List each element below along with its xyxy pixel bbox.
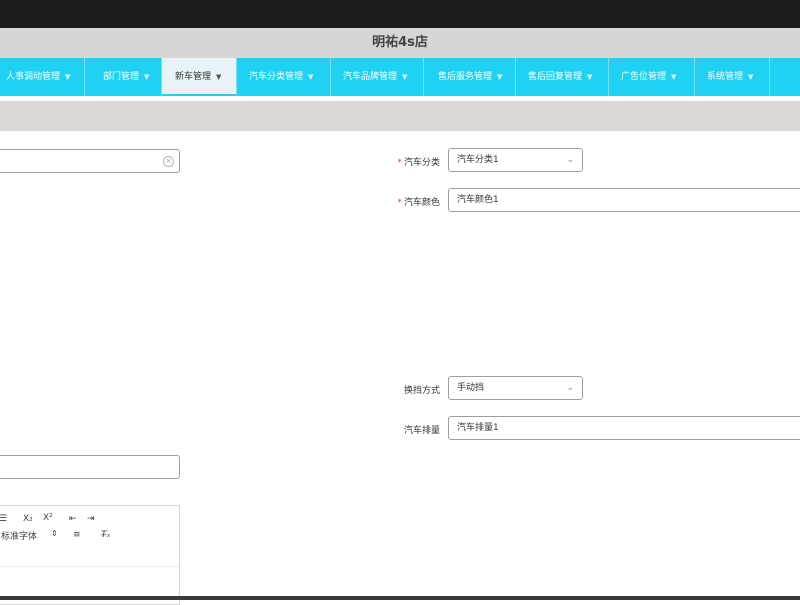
car-category-value: 汽车分类1 (457, 155, 499, 165)
car-color-label: * 汽车颜色 (360, 195, 440, 208)
chevron-down-icon: ▼ (65, 73, 71, 81)
nav-item-label: 汽车品牌管理 (343, 72, 398, 82)
main-nav: 人事调动管理 ▼ 部门管理 ▼ 新车管理 ▼ 汽车分类管理 ▼ 汽车品牌管理 ▼ 售后服务… (0, 58, 800, 96)
nav-item-label: 售后服务管理 (438, 72, 493, 82)
chevron-down-icon: ▼ (671, 73, 677, 81)
chevron-down-icon: ▼ (497, 73, 503, 81)
nav-item-new-car[interactable]: 新车管理 ▼ (162, 58, 237, 96)
nav-item-system[interactable]: 系统管理 ▼ (695, 58, 770, 96)
list-icon[interactable]: ☰ (0, 514, 7, 524)
clear-format-button[interactable]: T̶ₓ (101, 530, 111, 540)
indent-icon[interactable]: ⇥ (87, 514, 95, 524)
chevron-down-icon: ▼ (144, 73, 150, 81)
font-select[interactable]: 标准字体 (1, 529, 37, 542)
car-color-value: 汽车颜色1 (457, 195, 499, 205)
nav-item-label: 部门管理 (103, 72, 140, 82)
rich-text-editor[interactable]: ☰ X₂ X² ⇤ ⇥ 标准字体 ⇕ ≡ T̶ₓ (0, 505, 180, 605)
nav-item-ad-slot[interactable]: 广告位管理 ▼ (609, 58, 695, 96)
nav-item-personnel[interactable]: 人事调动管理 ▼ (0, 58, 85, 96)
required-mark: * (397, 198, 402, 208)
breadcrumb-strip (0, 101, 800, 131)
displacement-input[interactable]: 汽车排量1 (448, 416, 800, 440)
nav-item-label: 新车管理 (175, 72, 212, 82)
chevron-down-icon: ▼ (587, 73, 593, 81)
subscript-button[interactable]: X₂ (23, 514, 33, 524)
car-category-label-text: 汽车分类 (403, 158, 440, 168)
nav-item-label: 汽车分类管理 (249, 72, 304, 82)
chevron-down-icon: ⌄ (566, 155, 574, 165)
car-category-label: * 汽车分类 (360, 155, 440, 168)
car-category-select[interactable]: 汽车分类1 ⌄ (448, 148, 583, 172)
displacement-label: 汽车排量 (403, 426, 440, 436)
clear-circle-icon[interactable]: × (163, 156, 174, 167)
nav-item-car-brand[interactable]: 汽车品牌管理 ▼ (331, 58, 424, 96)
outdent-icon[interactable]: ⇤ (69, 514, 77, 524)
left-text-input[interactable]: × (0, 149, 180, 173)
left-lower-input[interactable] (0, 455, 180, 479)
superscript-button[interactable]: X² (43, 513, 53, 523)
required-mark: * (397, 158, 402, 168)
nav-item-label: 广告位管理 (621, 72, 667, 82)
chevron-down-icon: ▼ (402, 73, 408, 81)
nav-item-after-sales-service[interactable]: 售后服务管理 ▼ (424, 58, 516, 96)
nav-item-overflow[interactable] (770, 58, 800, 96)
chevron-down-icon: ⌄ (566, 383, 574, 393)
nav-item-after-sales-reply[interactable]: 售后回复管理 ▼ (516, 58, 609, 96)
align-icon[interactable]: ≡ (73, 530, 81, 540)
chevron-down-icon: ▼ (748, 73, 754, 81)
updown-arrows-icon: ⇕ (51, 529, 58, 538)
editor-toolbar: ☰ X₂ X² ⇤ ⇥ 标准字体 ⇕ ≡ T̶ₓ (0, 506, 179, 567)
nav-item-label: 人事调动管理 (6, 72, 61, 82)
nav-item-label: 系统管理 (707, 72, 744, 82)
nav-item-label: 售后回复管理 (528, 72, 583, 82)
font-select-value: 标准字体 (1, 532, 38, 542)
displacement-value: 汽车排量1 (457, 423, 499, 433)
chevron-down-icon: ▼ (308, 73, 314, 81)
car-color-label-text: 汽车颜色 (403, 198, 440, 208)
window-bottom-edge (0, 596, 800, 600)
transmission-select[interactable]: 手动挡 ⌄ (448, 376, 583, 400)
chevron-down-icon: ▼ (216, 73, 222, 81)
transmission-value: 手动挡 (457, 383, 485, 393)
car-color-input[interactable]: 汽车颜色1 (448, 188, 800, 212)
transmission-label: 换挡方式 (403, 386, 440, 396)
app-title: 明祐4s店 (0, 28, 800, 58)
window-top-bar (0, 0, 800, 28)
nav-item-car-category[interactable]: 汽车分类管理 ▼ (237, 58, 331, 96)
nav-item-department[interactable]: 部门管理 ▼ (85, 58, 162, 96)
